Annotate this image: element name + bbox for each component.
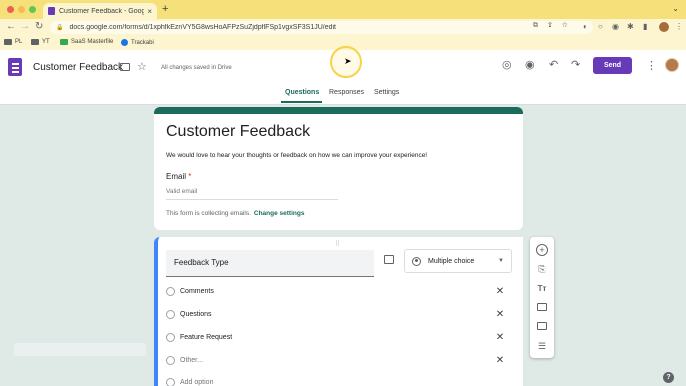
sheets-icon [60, 39, 68, 45]
radio-button-icon [412, 256, 421, 266]
add-option-label: Add option [180, 379, 214, 386]
radio-circle [166, 378, 175, 386]
url-text: docs.google.com/forms/d/1xphfkEznVY5G8ws… [69, 24, 336, 31]
add-section-icon[interactable]: ☰ [536, 340, 548, 352]
forward-arrow-icon[interactable]: → [20, 21, 30, 33]
radio-circle [166, 286, 175, 296]
required-asterisk: * [188, 172, 192, 181]
maximize-window-button[interactable] [29, 6, 36, 13]
forms-favicon-icon [48, 7, 55, 15]
document-title[interactable]: Customer Feedback [33, 62, 123, 73]
minimize-window-button[interactable] [18, 6, 25, 13]
move-to-folder-icon[interactable] [120, 63, 130, 71]
option-label[interactable]: Comments [180, 288, 494, 295]
bookmark-yt[interactable]: YT [31, 39, 50, 45]
remove-option-icon[interactable]: ✕ [494, 332, 506, 343]
close-tab-icon[interactable]: × [147, 7, 152, 16]
lock-icon: 🔒 [56, 25, 64, 31]
save-status: All changes saved in Drive [161, 65, 232, 71]
remove-option-icon[interactable]: ✕ [494, 309, 506, 320]
question-title-input[interactable]: Feedback Type [166, 250, 374, 277]
import-questions-icon[interactable]: ⎘ [536, 263, 548, 275]
bookmark-pl[interactable]: PL [4, 39, 22, 45]
extension-drive-icon[interactable]: ◐ [583, 22, 588, 31]
send-button[interactable]: Send [593, 57, 632, 74]
option-label[interactable]: Questions [180, 311, 494, 318]
email-field: Valid email [166, 188, 338, 200]
more-options-icon[interactable]: ⋮ [646, 59, 657, 72]
other-option-label[interactable]: Other... [180, 357, 494, 364]
option-label[interactable]: Feature Request [180, 334, 494, 341]
radio-circle [166, 332, 175, 342]
page-action-icons[interactable]: ⧉ ⇪ ☆ [533, 22, 677, 30]
option-row: Questions ✕ [166, 308, 506, 320]
tab-settings[interactable]: Settings [374, 89, 399, 96]
reload-icon[interactable]: ↻ [35, 21, 43, 33]
browser-tab[interactable]: Customer Feedback - Google × [43, 3, 157, 19]
add-image-icon[interactable] [537, 303, 547, 311]
option-row-other: Other... ✕ [166, 354, 506, 366]
drag-handle-icon[interactable]: ⠿ [335, 240, 341, 248]
new-tab-button[interactable]: + [162, 3, 168, 15]
option-row: Feature Request ✕ [166, 331, 506, 343]
add-question-icon[interactable]: + [536, 244, 548, 256]
add-option-row[interactable]: Add option [166, 378, 213, 386]
side-panel-icon[interactable]: ▮ [643, 22, 647, 31]
undo-icon[interactable]: ↶ [549, 59, 558, 71]
question-type-dropdown[interactable]: Multiple choice ▼ [404, 249, 512, 273]
mouse-cursor-icon: ➤ [344, 56, 352, 66]
browser-tab-title: Customer Feedback - Google [59, 7, 145, 15]
faded-overlay [14, 343, 146, 356]
add-title-icon[interactable]: Tт [536, 283, 548, 295]
question-type-label: Multiple choice [428, 257, 475, 265]
tab-questions[interactable]: Questions [285, 89, 319, 96]
add-video-icon[interactable] [537, 322, 547, 330]
extensions-puzzle-icon[interactable]: ✱ [627, 22, 634, 31]
form-description[interactable]: We would love to hear your thoughts or f… [166, 152, 427, 159]
star-icon[interactable]: ☆ [137, 60, 147, 73]
trackabi-icon [121, 39, 128, 46]
preview-eye-icon[interactable]: ◉ [525, 59, 535, 71]
extension-ring-icon[interactable]: ○ [598, 22, 603, 31]
remove-option-icon[interactable]: ✕ [494, 355, 506, 366]
form-title[interactable]: Customer Feedback [166, 123, 310, 141]
option-row: Comments ✕ [166, 285, 506, 297]
remove-option-icon[interactable]: ✕ [494, 286, 506, 297]
bookmark-trackabi[interactable]: Trackabi [121, 39, 154, 46]
palette-icon[interactable]: ◎ [502, 59, 512, 71]
browser-menu-icon[interactable]: ⋮ [675, 22, 683, 31]
user-avatar[interactable] [665, 58, 679, 72]
close-window-button[interactable] [7, 6, 14, 13]
folder-icon [4, 39, 12, 45]
tab-responses[interactable]: Responses [329, 89, 364, 96]
active-tab-indicator [281, 101, 322, 103]
collecting-emails-notice: This form is collecting emails. Change se… [166, 210, 305, 217]
google-forms-logo-icon[interactable] [8, 58, 22, 76]
dropdown-caret-icon: ▼ [498, 258, 504, 264]
radio-circle [166, 309, 175, 319]
bookmark-saas-masterfile[interactable]: SaaS Masterfile [60, 39, 113, 45]
change-settings-link[interactable]: Change settings [254, 210, 305, 217]
add-image-icon[interactable] [384, 255, 394, 264]
extension-blue-icon[interactable]: ◉ [612, 22, 619, 31]
browser-tab-bar: Customer Feedback - Google × + ⌄ [0, 0, 686, 19]
radio-circle [166, 355, 175, 365]
help-icon[interactable]: ? [663, 372, 674, 383]
folder-icon [31, 39, 39, 45]
redo-icon[interactable]: ↷ [571, 59, 580, 71]
back-arrow-icon[interactable]: ← [6, 21, 16, 33]
tab-search-chevron-icon[interactable]: ⌄ [672, 4, 679, 13]
email-label: Email * [166, 172, 192, 181]
profile-avatar[interactable] [659, 22, 669, 32]
url-omnibox[interactable]: 🔒 docs.google.com/forms/d/1xphfkEznVY5G8… [50, 21, 593, 34]
